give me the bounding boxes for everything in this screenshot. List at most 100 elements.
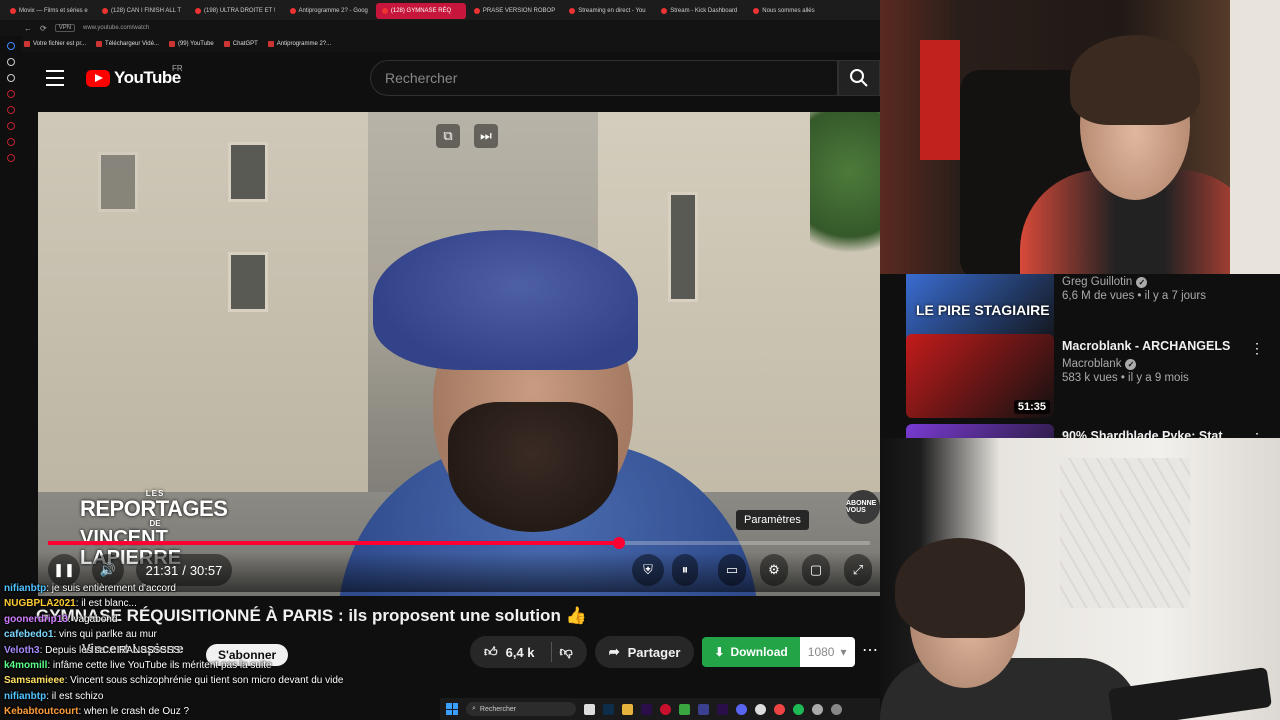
share-icon: ➦	[608, 644, 620, 659]
chat-text: je suis entièrement d'accord	[51, 583, 176, 594]
discord-icon[interactable]	[736, 703, 747, 715]
premiere-icon[interactable]	[641, 703, 652, 715]
player-top-overlay: ⧉ ⏭	[436, 124, 498, 148]
url-field[interactable]: www.youtube.com/watch	[83, 25, 149, 31]
premiere-icon[interactable]	[717, 703, 728, 715]
bookmark-label: Votre fichier est pr...	[33, 41, 87, 47]
rail-dot-icon[interactable]	[7, 106, 15, 114]
bookmark-item[interactable]: ChatGPT	[223, 41, 258, 47]
back-icon[interactable]: ←	[24, 24, 32, 33]
miniplayer-icon[interactable]: ⧉	[436, 124, 460, 148]
related-video-item[interactable]: 51:35 Macroblank - ARCHANGELS Macroblank ✓ 5…	[906, 334, 1280, 418]
like-button[interactable]: 👍︎ 6,4 k 👎︎	[470, 636, 587, 668]
skip-next-icon[interactable]: ⏭	[474, 124, 498, 148]
tab-favicon-icon	[661, 8, 668, 14]
reload-icon[interactable]: ⟳	[40, 24, 47, 33]
sponsorblock-icon[interactable]: ⛨	[632, 554, 664, 586]
webcam-shelf	[1230, 0, 1280, 274]
chat-text: il est schizo	[51, 690, 104, 702]
thumbs-down-icon[interactable]: 👎︎	[560, 644, 573, 660]
more-actions-icon[interactable]: ⋯	[862, 640, 878, 660]
chat-username: goonerdrip13	[4, 613, 68, 625]
related-video-title[interactable]: Macroblank - ARCHANGELS	[1062, 338, 1252, 354]
settings-gear-icon[interactable]: ⚙	[760, 554, 788, 586]
address-bar: ← ⟳ VPN www.youtube.com/watch	[0, 20, 880, 36]
download-control: ⬇ Download 1080 ▾	[702, 637, 855, 667]
screen: Movix — Films et séries e (128) CAN I FIN…	[0, 0, 1280, 720]
download-button[interactable]: ⬇ Download	[702, 637, 800, 667]
progress-fill	[48, 541, 620, 545]
bookmark-icon	[223, 41, 230, 47]
app-icon[interactable]	[679, 703, 690, 715]
related-video-channel[interactable]: Macroblank ✓	[1062, 358, 1252, 370]
photoshop-icon[interactable]	[603, 703, 614, 715]
video-player[interactable]: ⧉ ⏭ LES REPORTAGES DE VINCENT LAPIERRE A…	[38, 112, 880, 596]
search-icon: ⌕	[472, 705, 476, 712]
chat-message: cafebedo1: vins qui parlke au mur	[4, 629, 157, 641]
bookmark-icon	[168, 41, 175, 47]
subtitles-icon[interactable]: ▭	[718, 554, 746, 586]
more-options-icon[interactable]: ⋮	[1250, 340, 1264, 357]
time-current: 21:31	[145, 562, 179, 578]
tab-favicon-icon	[289, 8, 296, 14]
chat-text: il est blanc...	[81, 598, 137, 610]
browser-tab[interactable]: Movix — Films et séries e	[4, 3, 94, 19]
browser-tab[interactable]: Antiprogramme 2? - Goog	[284, 3, 374, 19]
chat-message: Veloth3: Depuis les sa ... RANSSSSSS	[4, 644, 181, 656]
bookmark-item[interactable]: (99) YouTube	[168, 41, 214, 47]
related-video-title[interactable]: 90% Shardblade Pyke: Stat	[1062, 428, 1252, 438]
x-icon[interactable]	[7, 74, 15, 82]
bookmark-item[interactable]: Votre fichier est pr...	[24, 41, 86, 47]
app-icon[interactable]	[774, 703, 785, 715]
messenger-icon[interactable]	[7, 42, 15, 50]
youtube-play-icon	[86, 69, 110, 87]
hamburger-menu-icon[interactable]	[46, 70, 64, 86]
bookmark-icon	[267, 41, 274, 47]
browser-tab[interactable]: Streaming en direct - You	[563, 3, 653, 19]
webcam-person-hair	[895, 538, 1025, 638]
progress-bar[interactable]	[48, 537, 870, 549]
theater-mode-icon[interactable]: ▢	[802, 554, 830, 586]
share-button[interactable]: ➦ Partager	[594, 636, 695, 668]
related-video-item[interactable]: 300+ 90% Shardblade Pyke: Stat⋮	[906, 424, 1280, 438]
video-thumbnail[interactable]: 300+	[906, 424, 1054, 438]
browser-tab[interactable]: (128) CAN I FINISH ALL T	[96, 3, 187, 19]
spotify-icon[interactable]	[793, 703, 804, 715]
rail-dot-icon[interactable]	[7, 138, 15, 146]
rail-dot-icon[interactable]	[7, 154, 15, 162]
folder-icon[interactable]	[622, 703, 633, 715]
windows-start-icon[interactable]	[446, 703, 458, 715]
quality-select[interactable]: 1080 ▾	[799, 637, 855, 667]
search-button[interactable]	[838, 60, 880, 96]
more-options-icon[interactable]: ⋮	[1250, 430, 1264, 438]
browser-tab[interactable]: PRASE VERSION ROBOP	[468, 3, 561, 19]
bookmark-item[interactable]: Téléchargeur Vidé...	[96, 41, 159, 47]
verified-icon: ✓	[1125, 358, 1137, 370]
tab-label: Streaming en direct - You	[578, 8, 646, 14]
taskbar-search[interactable]: ⌕ Rechercher	[466, 702, 576, 716]
chrome-icon[interactable]	[755, 703, 766, 715]
search-input[interactable]: Rechercher	[370, 60, 838, 96]
related-video-channel[interactable]: Greg Guillotin ✓	[1062, 276, 1252, 288]
tiktok-icon[interactable]	[7, 58, 15, 66]
subscribe-badge[interactable]: ABONNE VOUS	[846, 490, 880, 524]
autoplay-toggle[interactable]: ⏸	[672, 554, 698, 586]
browser-tab[interactable]: (128) GYMNASE RÉQ	[375, 3, 466, 19]
windows-taskbar: ⌕ Rechercher	[440, 698, 880, 720]
browser-tab[interactable]: (198) ULTRA DROITE ET !	[189, 3, 281, 19]
task-view-icon[interactable]	[584, 703, 595, 715]
thumbs-up-icon: 👍︎	[484, 644, 498, 659]
app-icon[interactable]	[698, 703, 709, 715]
video-thumbnail[interactable]: 51:35	[906, 334, 1054, 418]
browser-tab[interactable]: Stream - Kick Dashboard	[655, 3, 745, 19]
settings-icon[interactable]	[831, 703, 842, 715]
browser-tab[interactable]: Nous sommes allés	[747, 3, 837, 19]
rail-dot-icon[interactable]	[7, 90, 15, 98]
app-icon[interactable]	[812, 703, 823, 715]
opera-icon[interactable]	[660, 703, 671, 715]
youtube-logo[interactable]: YouTube	[86, 68, 181, 88]
fullscreen-icon[interactable]: ⤢	[844, 554, 872, 586]
vpn-badge[interactable]: VPN	[54, 24, 76, 32]
rail-dot-icon[interactable]	[7, 122, 15, 130]
bookmark-item[interactable]: Antiprogramme 2?...	[267, 41, 331, 47]
